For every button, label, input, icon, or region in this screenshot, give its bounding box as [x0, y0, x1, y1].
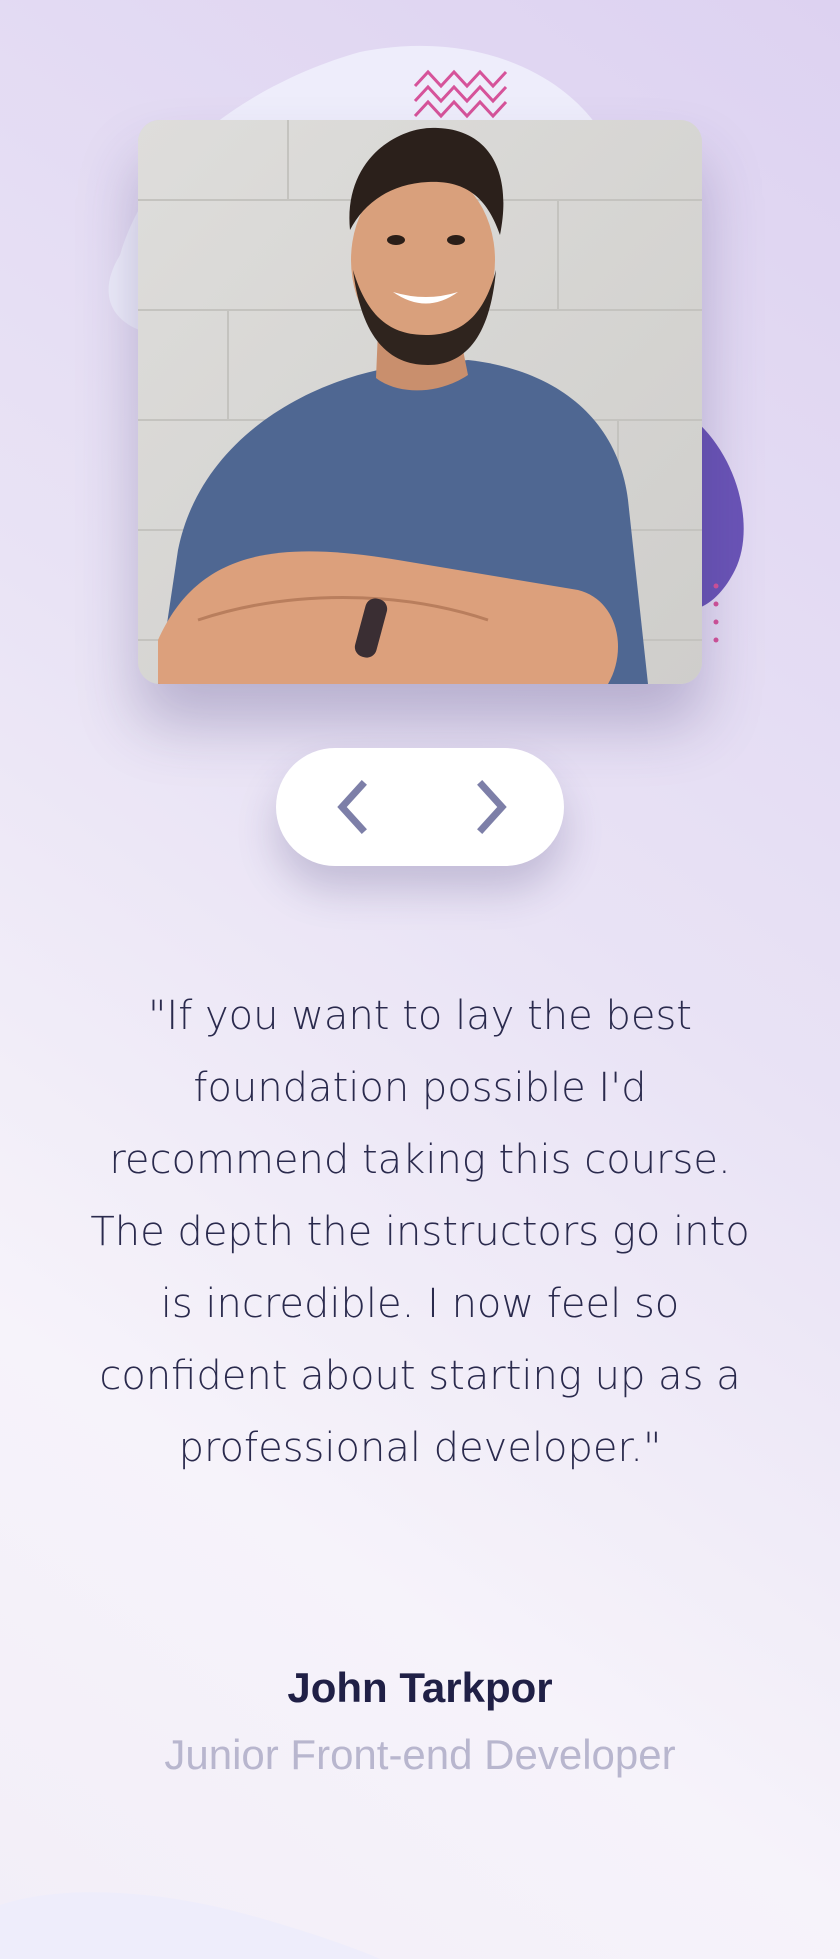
slider-navigation: [276, 748, 564, 866]
testimonial-quote: "If you want to lay the best foundation …: [90, 993, 750, 1471]
testimonial-photo: [138, 120, 702, 684]
next-button[interactable]: [462, 777, 522, 837]
chevron-left-icon: [337, 780, 367, 834]
previous-button[interactable]: [322, 777, 382, 837]
author-role: Junior Front-end Developer: [164, 1731, 676, 1778]
chevron-right-icon: [477, 780, 507, 834]
portrait-image: [138, 120, 702, 684]
author-name: John Tarkpor: [287, 1664, 553, 1711]
bottom-blob-shape: [0, 1892, 380, 1959]
